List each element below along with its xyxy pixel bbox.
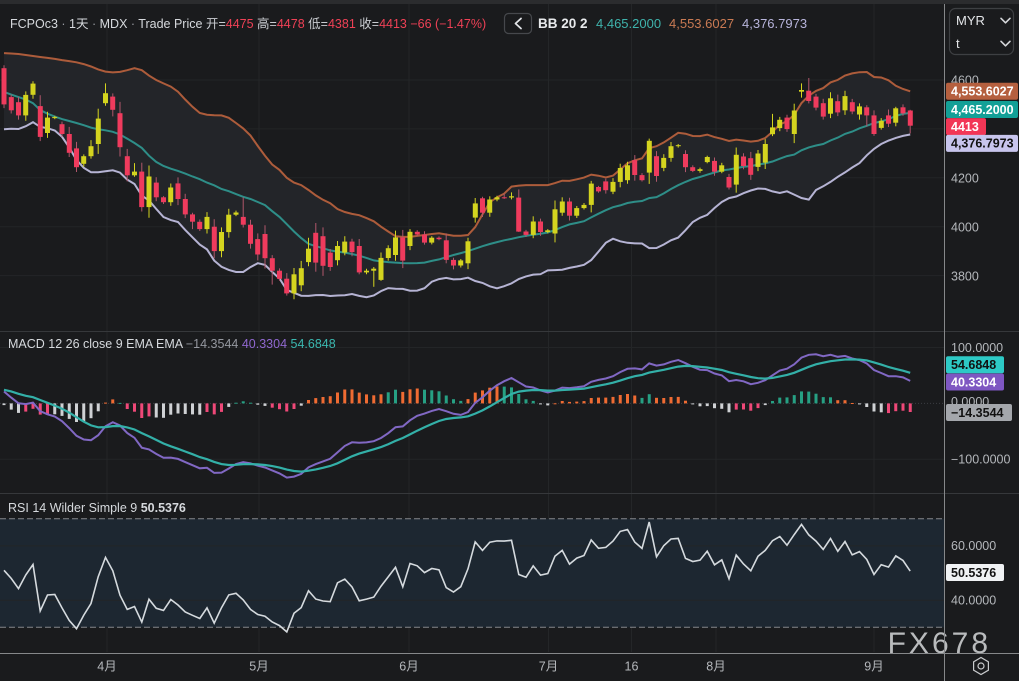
- svg-text:−14.3544: −14.3544: [951, 406, 1004, 420]
- svg-text:4,465.2000: 4,465.2000: [951, 103, 1014, 117]
- svg-text:4200: 4200: [951, 171, 979, 185]
- svg-text:−100.0000: −100.0000: [951, 453, 1010, 467]
- svg-text:FX678: FX678: [888, 627, 991, 660]
- svg-text:4413: 4413: [951, 120, 979, 134]
- svg-text:RSI 14 Wilder Simple 9 50.537: RSI 14 Wilder Simple 9 50.5376: [8, 501, 186, 515]
- svg-text:8月: 8月: [706, 660, 725, 674]
- svg-text:4,553.6027: 4,553.6027: [951, 85, 1014, 99]
- svg-text:4,376.7973: 4,376.7973: [742, 16, 807, 31]
- svg-text:3800: 3800: [951, 269, 979, 283]
- svg-text:MACD 12 26 close 9 EMA EMA −1: MACD 12 26 close 9 EMA EMA −14.3544 40.3…: [8, 337, 336, 351]
- svg-text:6月: 6月: [399, 660, 418, 674]
- svg-text:5月: 5月: [249, 660, 268, 674]
- svg-text:16: 16: [625, 660, 639, 674]
- svg-text:4,553.6027: 4,553.6027: [669, 16, 734, 31]
- svg-text:FCPOc3 · 1天 · MDX · Trade Pric: FCPOc3 · 1天 · MDX · Trade Price 开=4475 高…: [10, 16, 486, 31]
- svg-text:7月: 7月: [539, 660, 558, 674]
- svg-text:4,376.7973: 4,376.7973: [951, 137, 1014, 151]
- svg-text:t: t: [956, 36, 960, 51]
- svg-text:4000: 4000: [951, 220, 979, 234]
- svg-text:60.0000: 60.0000: [951, 539, 996, 553]
- svg-text:4,465.2000: 4,465.2000: [596, 16, 661, 31]
- svg-text:50.5376: 50.5376: [951, 566, 996, 580]
- svg-text:9月: 9月: [864, 660, 883, 674]
- svg-text:40.0000: 40.0000: [951, 594, 996, 608]
- svg-text:54.6848: 54.6848: [951, 358, 996, 372]
- svg-text:40.3304: 40.3304: [951, 375, 996, 389]
- svg-text:100.0000: 100.0000: [951, 341, 1003, 355]
- svg-text:MYR: MYR: [956, 13, 985, 28]
- svg-text:BB 20 2: BB 20 2: [538, 16, 588, 31]
- svg-text:4月: 4月: [97, 660, 116, 674]
